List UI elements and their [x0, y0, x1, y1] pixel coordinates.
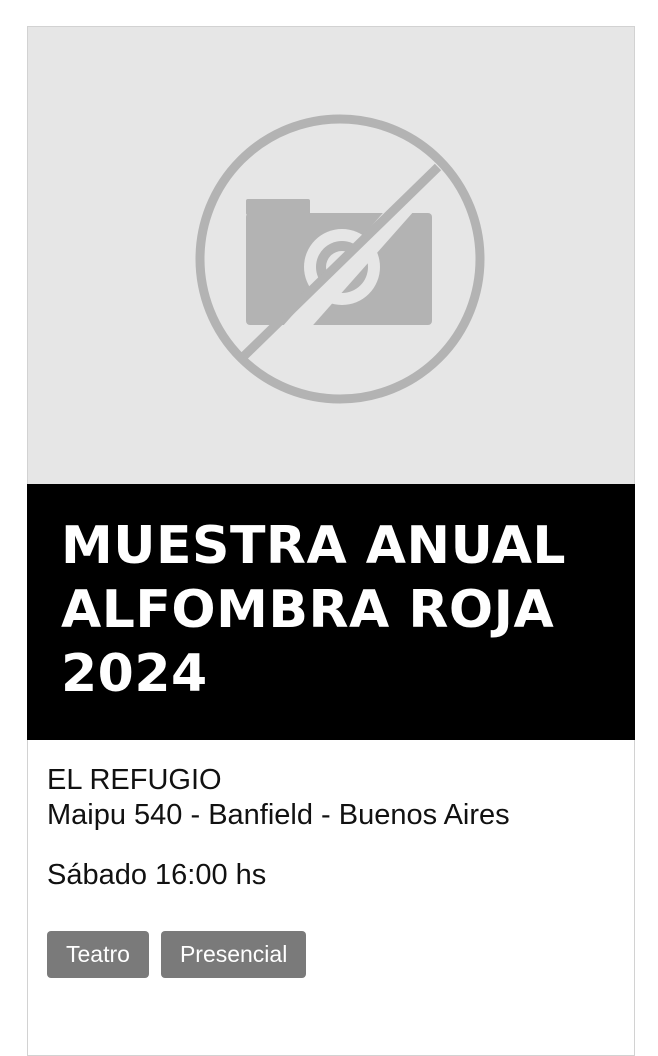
no-photo-icon	[195, 114, 485, 404]
event-image-placeholder	[28, 27, 634, 484]
event-title-band: MUESTRA ANUAL ALFOMBRA ROJA 2024	[27, 484, 635, 740]
venue-name: EL REFUGIO	[47, 764, 222, 796]
event-tags: Teatro Presencial	[47, 931, 307, 978]
tag-presencial[interactable]: Presencial	[160, 931, 307, 978]
event-schedule: Sábado 16:00 hs	[47, 859, 267, 891]
event-card[interactable]: MUESTRA ANUAL ALFOMBRA ROJA 2024 EL REFU…	[27, 26, 635, 1056]
tag-teatro[interactable]: Teatro	[47, 931, 149, 978]
venue-address: Maipu 540 - Banfield - Buenos Aires	[47, 799, 510, 831]
event-title[interactable]: MUESTRA ANUAL ALFOMBRA ROJA 2024	[61, 514, 601, 706]
venue-info: EL REFUGIO Maipu 540 - Banfield - Buenos…	[47, 763, 617, 833]
